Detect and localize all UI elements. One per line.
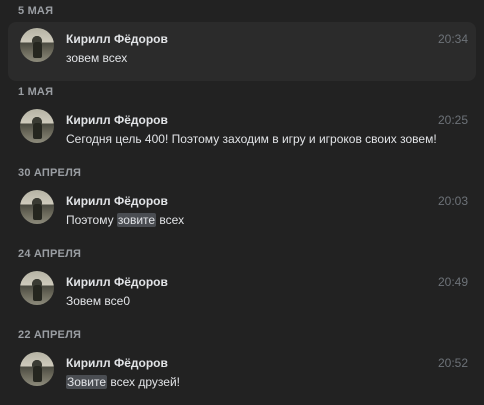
message-item[interactable]: Кирилл Фёдоров 20:34 зовем всех — [8, 22, 476, 81]
search-match-highlight: Зовите — [66, 375, 108, 389]
message-item[interactable]: Кирилл Фёдоров 20:52 Зовите всех друзей! — [8, 346, 476, 405]
avatar[interactable] — [20, 109, 54, 143]
message-time: 20:25 — [437, 113, 468, 127]
message-item[interactable]: Кирилл Фёдоров 20:03 Поэтому зовите всех — [8, 184, 476, 243]
avatar[interactable] — [20, 190, 54, 224]
message-text-after: всех — [156, 213, 185, 227]
message-text-before: Сегодня цель 400! Поэтому заходим в игру… — [66, 132, 437, 146]
message-text: Поэтому зовите всех — [66, 213, 184, 227]
message-time: 20:03 — [437, 194, 468, 208]
message-text: Зовите всех друзей! — [66, 375, 180, 389]
date-separator: 30 АПРЕЛЯ — [18, 167, 82, 179]
message-text-before: Зовем все0 — [66, 294, 131, 308]
message-time: 20:49 — [437, 275, 468, 289]
message-author[interactable]: Кирилл Фёдоров — [66, 113, 168, 127]
message-author[interactable]: Кирилл Фёдоров — [66, 275, 168, 289]
message-time: 20:52 — [437, 356, 468, 370]
message-text: Зовем все0 — [66, 294, 130, 308]
message-search-results: 5 МАЯ Кирилл Фёдоров 20:34 зовем всех 1 … — [0, 0, 484, 405]
message-item[interactable]: Кирилл Фёдоров 20:25 Сегодня цель 400! П… — [8, 103, 476, 162]
date-separator: 1 МАЯ — [18, 86, 54, 98]
message-time: 20:34 — [437, 32, 468, 46]
avatar[interactable] — [20, 352, 54, 386]
message-author[interactable]: Кирилл Фёдоров — [66, 32, 168, 46]
message-text: зовем всех — [66, 51, 127, 65]
message-text: Сегодня цель 400! Поэтому заходим в игру… — [66, 132, 437, 146]
message-item[interactable]: Кирилл Фёдоров 20:49 Зовем все0 — [8, 265, 476, 324]
message-text-before: Поэтому — [66, 213, 117, 227]
date-separator: 24 АПРЕЛЯ — [18, 248, 82, 260]
message-text-before: зовем всех — [66, 51, 128, 65]
avatar[interactable] — [20, 28, 54, 62]
message-text-after: всех друзей! — [107, 375, 180, 389]
date-separator: 5 МАЯ — [18, 5, 54, 17]
search-match-highlight: зовите — [116, 213, 157, 227]
message-author[interactable]: Кирилл Фёдоров — [66, 194, 168, 208]
message-author[interactable]: Кирилл Фёдоров — [66, 356, 168, 370]
avatar[interactable] — [20, 271, 54, 305]
date-separator: 22 АПРЕЛЯ — [18, 329, 82, 341]
